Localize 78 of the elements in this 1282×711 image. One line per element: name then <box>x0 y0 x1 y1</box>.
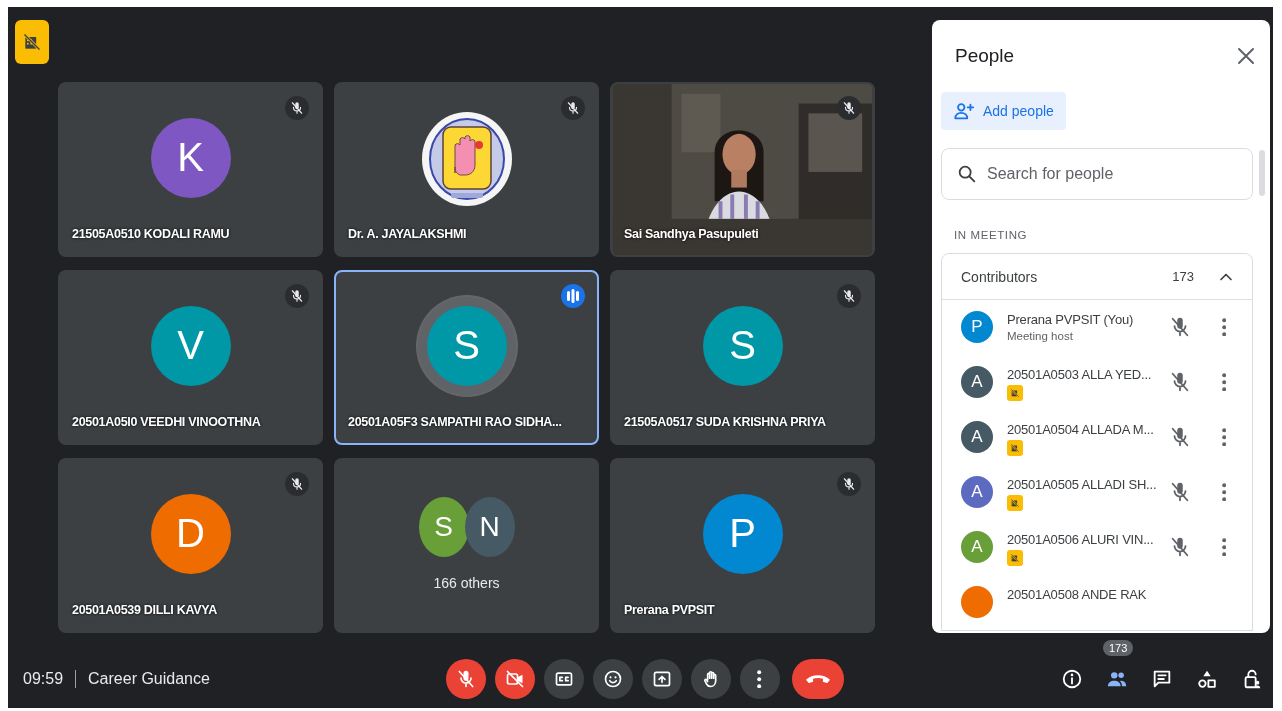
participant-name: 20501A0508 ANDE RAK <box>1007 587 1148 602</box>
info-icon <box>1061 668 1083 690</box>
avatar: D <box>150 493 231 574</box>
more-vert-icon <box>1221 427 1227 447</box>
camera-off-icon <box>504 669 525 689</box>
more-vert-icon <box>1221 537 1227 557</box>
participant-name: 20501A0503 ALLA YED... <box>1007 367 1153 382</box>
speaking-icon <box>561 284 585 308</box>
avatar: S <box>702 305 783 386</box>
search-icon <box>956 163 978 185</box>
participant-row[interactable]: A 20501A0506 ALURI VIN... <box>942 520 1252 575</box>
group-header[interactable]: Contributors 173 <box>942 254 1252 300</box>
mic-off-icon[interactable] <box>1169 426 1191 448</box>
more-vert-icon <box>757 669 762 689</box>
participant-name: Prerana PVPSIT (You) <box>1007 312 1135 327</box>
mic-off-icon[interactable] <box>1169 316 1191 338</box>
avatar: K <box>150 117 231 198</box>
participant-name: 20501A05F3 SAMPATHI RAO SIDHA... <box>348 415 562 429</box>
panel-title: People <box>955 45 1015 67</box>
add-person-icon <box>953 100 975 122</box>
avatar: A <box>961 366 993 398</box>
participant-row[interactable]: A 20501A0503 ALLA YED... <box>942 355 1252 410</box>
mic-off-icon[interactable] <box>1169 481 1191 503</box>
chat-icon <box>1151 668 1173 690</box>
section-heading: IN MEETING <box>954 229 1029 241</box>
participant-row[interactable]: A 20501A0504 ALLADA M... <box>942 410 1252 465</box>
present-button[interactable] <box>641 659 682 699</box>
scrollbar-thumb[interactable] <box>1259 150 1265 196</box>
participant-name: 20501A0505 ALLADI SH... <box>1007 477 1158 492</box>
participant-count: 173 <box>1172 269 1194 284</box>
mic-off-icon[interactable] <box>1169 536 1191 558</box>
raise-hand-button[interactable] <box>690 659 731 699</box>
participant-name: Dr. A. JAYALAKSHMI <box>348 227 467 241</box>
avatar: V <box>150 305 231 386</box>
participant-row[interactable]: A 20501A0505 ALLADI SH... <box>942 465 1252 520</box>
avatar: P <box>702 493 783 574</box>
captions-button[interactable] <box>543 659 584 699</box>
more-vert-icon <box>1221 372 1227 392</box>
search-field[interactable]: Search for people <box>941 148 1253 200</box>
captions-icon <box>553 669 574 689</box>
end-call-button[interactable] <box>791 659 844 699</box>
upload-screen-icon <box>651 669 672 689</box>
count-badge: 173 <box>1103 640 1134 656</box>
more-vert-icon <box>1221 317 1227 337</box>
participant-name: 21505A0517 SUDA KRISHNA PRIYA <box>624 415 826 429</box>
avatar: A <box>961 531 993 563</box>
group-label: Contributors <box>961 268 1039 285</box>
avatar: A <box>961 421 993 453</box>
meeting-time: 09:59 <box>23 670 64 688</box>
more-vert-icon <box>1221 482 1227 502</box>
participant-name: 21505A0510 KODALI RAMU <box>72 227 230 241</box>
participant-name: Prerana PVPSIT <box>624 603 715 617</box>
mic-off-icon <box>455 669 476 689</box>
emblem-icon <box>420 110 513 207</box>
participant-name: 20501A0506 ALURI VIN... <box>1007 532 1155 547</box>
meeting-title: Career Guidance <box>88 670 210 688</box>
others-count: 166 others <box>433 574 500 591</box>
add-people-button[interactable]: Add people <box>941 92 1066 130</box>
participant-name: 20501A0504 ALLADA M... <box>1007 422 1155 437</box>
participant-role: Meeting host <box>1007 330 1074 342</box>
mic-off-icon[interactable] <box>1169 371 1191 393</box>
shapes-icon <box>1196 668 1218 690</box>
avatar: N <box>464 496 515 557</box>
participant-name: Sai Sandhya Pasupuleti <box>624 227 759 241</box>
avatar: A <box>961 476 993 508</box>
participant-name: 20501A05I0 VEEDHI VINOOTHNA <box>72 415 261 429</box>
participant-row[interactable]: P Prerana PVPSIT (You) Meeting host <box>942 300 1252 355</box>
participant-name: 20501A0539 DILLI KAVYA <box>72 603 217 617</box>
participant-row[interactable]: 20501A0508 ANDE RAK <box>942 575 1252 630</box>
smiley-icon <box>602 669 623 689</box>
microphone-button[interactable] <box>445 659 486 699</box>
avatar: P <box>961 311 993 343</box>
camera-button[interactable] <box>494 659 535 699</box>
more-options-button[interactable] <box>739 659 780 699</box>
avatar: S <box>418 496 469 557</box>
alert-icon[interactable] <box>15 20 49 64</box>
phone-icon <box>805 674 830 684</box>
emoji-button[interactable] <box>592 659 633 699</box>
